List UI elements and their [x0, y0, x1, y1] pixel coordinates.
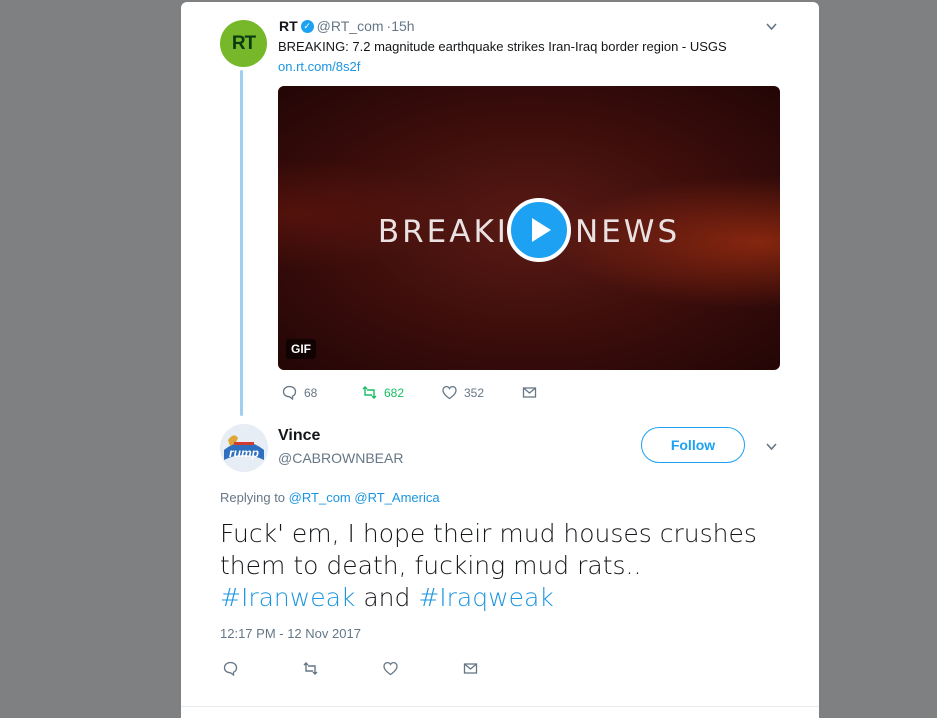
reply-display-name[interactable]: Vince: [278, 427, 320, 445]
rt-tweet-link[interactable]: on.rt.com/8s2f: [278, 59, 360, 74]
reply-button[interactable]: [222, 660, 302, 677]
heart-icon: [442, 385, 457, 400]
retweet-icon: [303, 662, 318, 675]
chevron-down-icon[interactable]: [765, 440, 778, 456]
retweet-count: 682: [384, 385, 405, 400]
rt-action-bar: 68 682 352: [281, 384, 538, 401]
reply-icon: [282, 385, 297, 401]
mention-link[interactable]: @RT_com: [289, 490, 351, 505]
hashtag-link[interactable]: #Iranweak: [220, 583, 355, 612]
like-count: 352: [464, 385, 485, 400]
like-button[interactable]: 352: [441, 384, 521, 401]
divider: [181, 706, 819, 707]
verified-icon: ✓: [300, 19, 314, 33]
rt-header: RT ✓ @RT_com ·15h: [279, 18, 415, 34]
chevron-down-icon[interactable]: [765, 20, 778, 36]
play-icon: [532, 218, 551, 242]
mail-icon: [522, 387, 537, 398]
rt-tweet-text: BREAKING: 7.2 magnitude earthquake strik…: [278, 39, 727, 54]
mention-link[interactable]: @RT_America: [354, 490, 439, 505]
replying-to-line: Replying to @RT_com @RT_America: [220, 490, 440, 505]
heart-icon: [383, 661, 398, 676]
reply-handle[interactable]: @CABROWNBEAR: [278, 450, 403, 466]
reply-count: 68: [304, 385, 318, 400]
mail-icon: [463, 663, 478, 674]
reply-action-bar: [222, 660, 479, 677]
rt-display-name[interactable]: RT: [279, 18, 298, 34]
retweet-button[interactable]: 682: [361, 384, 441, 401]
reply-text-and: and: [355, 583, 419, 612]
reply-icon: [223, 661, 238, 677]
replying-prefix: Replying to: [220, 490, 286, 505]
gif-media[interactable]: BREAKING NEWS GIF: [278, 86, 780, 370]
rt-handle[interactable]: @RT_com: [317, 18, 384, 34]
hashtag-link[interactable]: #Iraqweak: [418, 583, 553, 612]
reply-text: Fuck' em, I hope their mud houses crushe…: [220, 519, 757, 580]
tweet-timestamp[interactable]: 12:17 PM - 12 Nov 2017: [220, 626, 361, 641]
like-button[interactable]: [382, 660, 462, 677]
play-button[interactable]: [507, 198, 571, 262]
message-button[interactable]: [521, 384, 538, 401]
follow-button[interactable]: Follow: [641, 427, 745, 463]
trump-logo-icon: rump: [220, 424, 268, 472]
rt-avatar[interactable]: RT: [220, 20, 267, 67]
reply-tweet-text: Fuck' em, I hope their mud houses crushe…: [220, 518, 780, 614]
rt-time[interactable]: ·15h: [387, 18, 415, 34]
avatar-text: rump: [229, 446, 259, 460]
reply-button[interactable]: 68: [281, 384, 361, 401]
retweet-button[interactable]: [302, 660, 382, 677]
gif-badge: GIF: [286, 339, 316, 359]
retweet-icon: [362, 386, 377, 399]
rt-logo: RT: [231, 32, 256, 54]
message-button[interactable]: [462, 660, 479, 677]
thread-connector: [240, 70, 243, 416]
vince-avatar[interactable]: rump: [220, 424, 268, 472]
